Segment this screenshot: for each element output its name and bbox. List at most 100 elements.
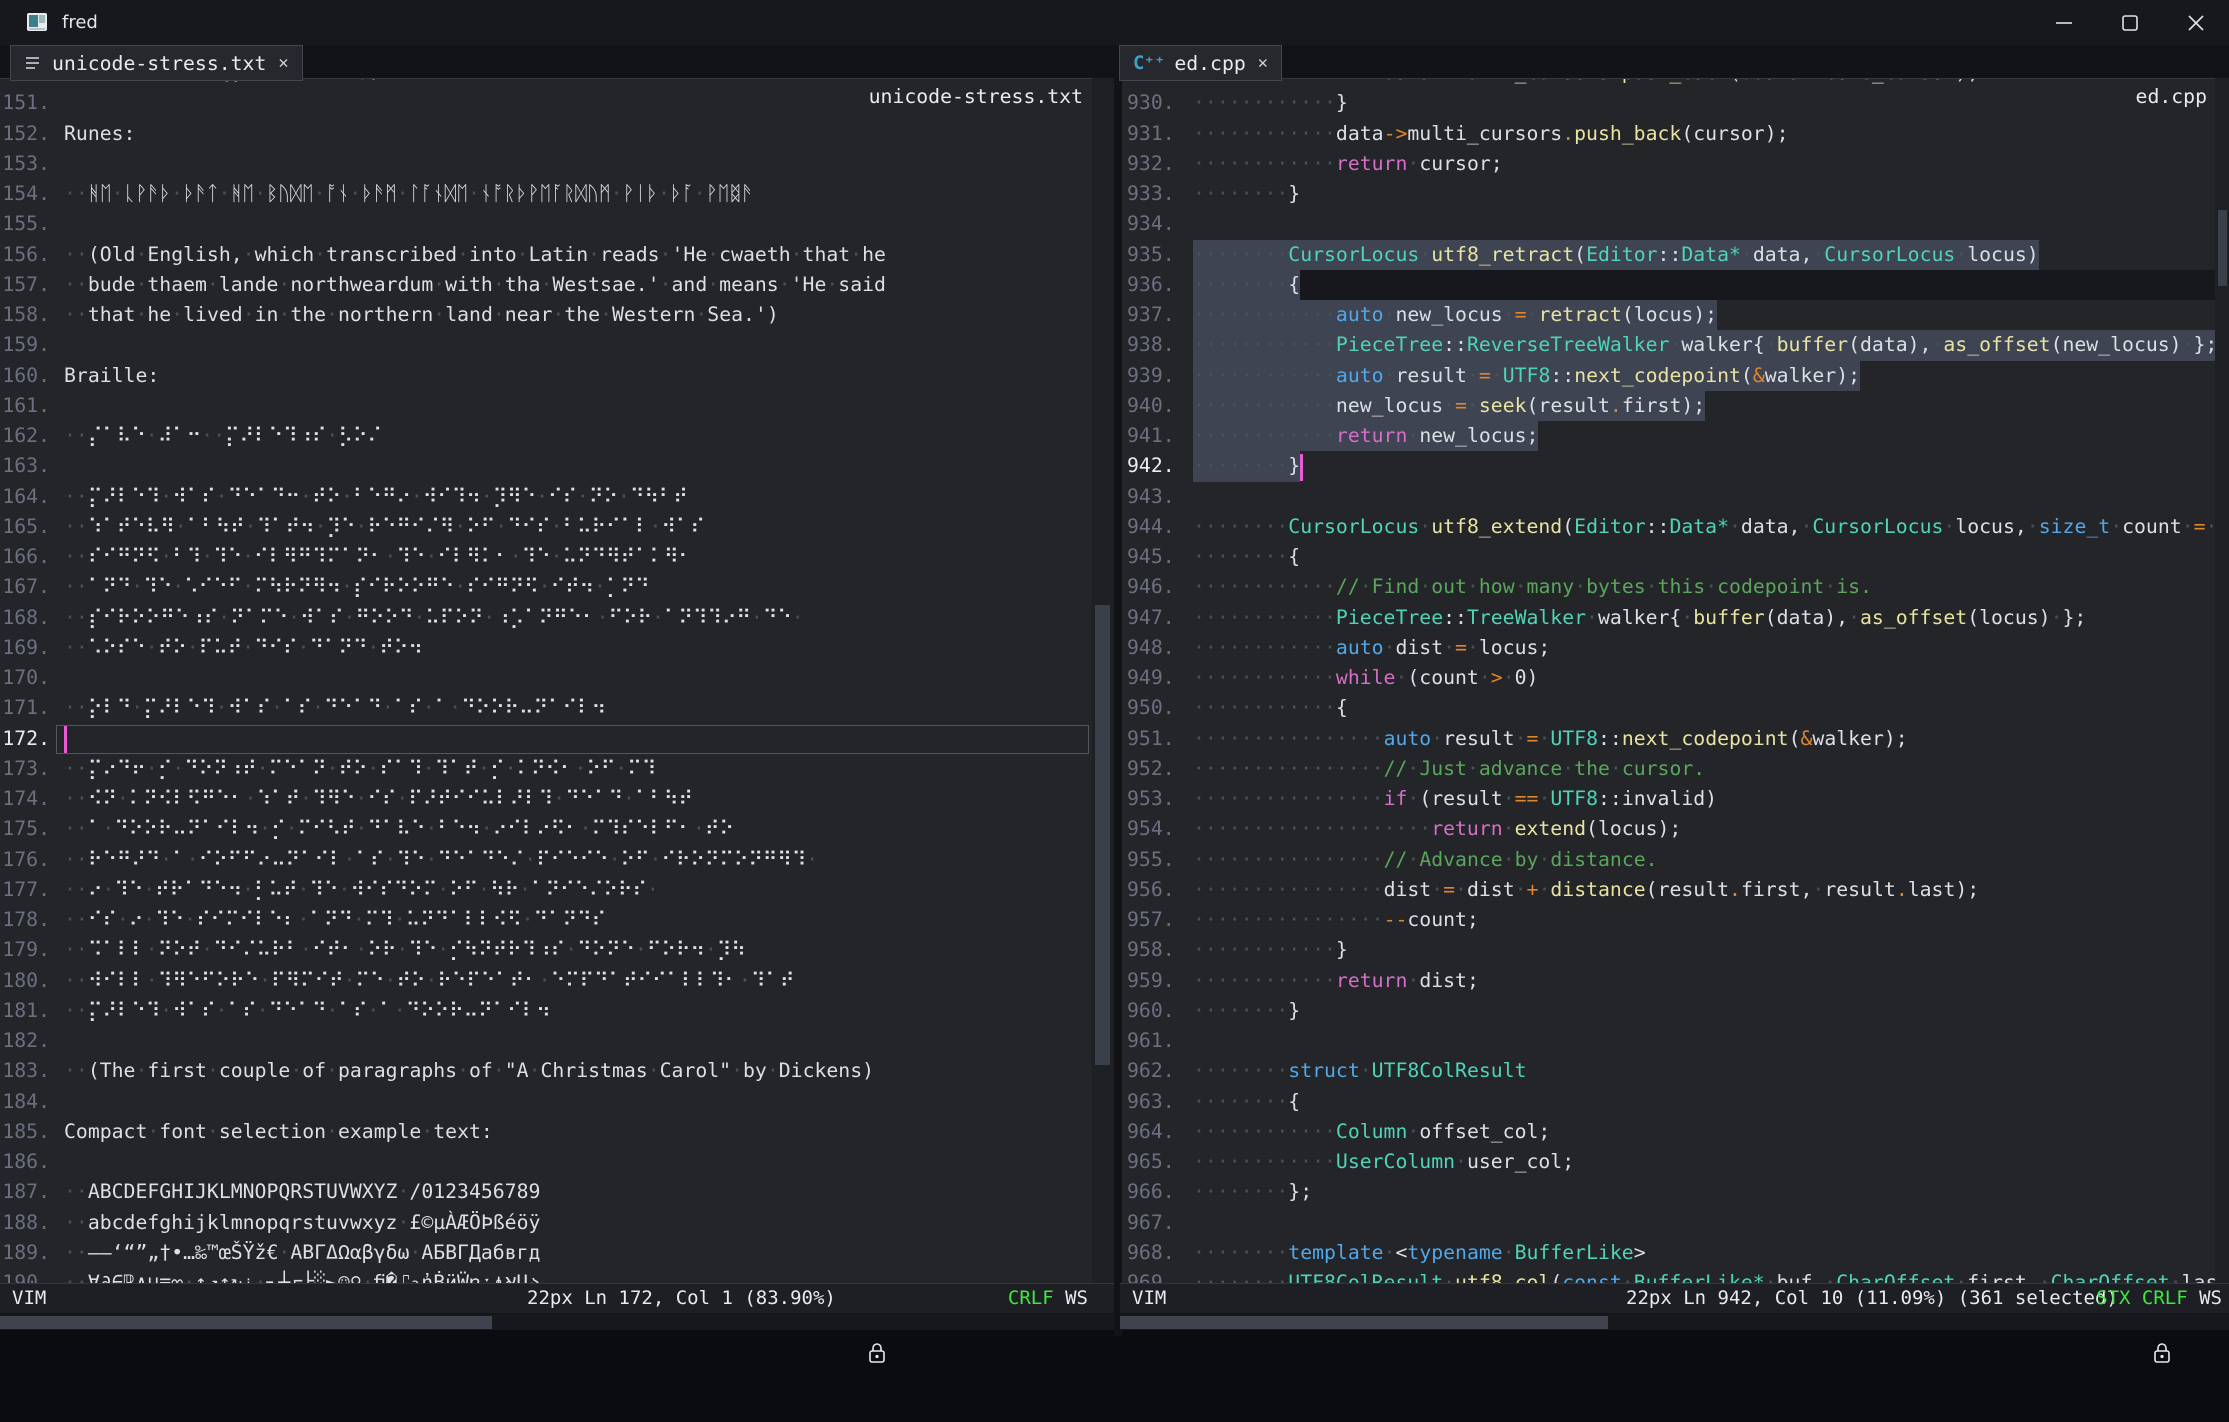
code-line[interactable]: 152.Runes: [0, 119, 886, 149]
code-line[interactable]: 967. [1120, 1208, 2215, 1238]
tab-ed-cpp[interactable]: C⁺⁺ ed.cpp ✕ [1119, 45, 1282, 81]
minimize-button[interactable] [2031, 0, 2097, 45]
code-line[interactable]: 165.··⠱⠁⠞⠑⠧⠻·⠁⠃⠳⠞·⠹⠁⠞⠲·⡹⠑·⠗⠑⠛⠊⠌⠻·⠕⠋·⠙⠊⠎·… [0, 512, 886, 542]
code-line[interactable]: 944.········CursorLocus·utf8_extend(Edit… [1120, 512, 2215, 542]
code-line[interactable]: 179.··⠩⠁⠇⠇·⠝⠕⠞·⠙⠊⠌⠥⠗⠃·⠊⠞⠂·⠕⠗·⠹⠑·⡊⠳⠝⠞⠗⠹⠰⠎… [0, 935, 886, 965]
code-line[interactable]: 955.················//·Advance·by·distan… [1120, 845, 2215, 875]
left-editor-pane[interactable]: 150.··ሰው·እንደቤቱ·እንጅ·እንደ·ጉረቤቱ·አይተዳደርም።151.… [0, 78, 1092, 1283]
right-horizontal-scrollbar[interactable] [1120, 1314, 2229, 1330]
code-line[interactable]: 182. [0, 1026, 886, 1056]
code-line[interactable]: 174.··⠪⠝·⠅⠝⠪⠇⠫⠛⠑⠂·⠱⠁⠞·⠹⠻⠑·⠊⠎·⠏⠜⠞⠊⠊⠥⠇⠜⠇⠹·… [0, 784, 886, 814]
code-line[interactable]: 171.··⡕⠇⠙·⡍⠜⠇⠑⠹·⠺⠁⠎·⠁⠎·⠙⠑⠁⠙·⠁⠎·⠁·⠙⠕⠕⠗⠤⠝⠁… [0, 693, 886, 723]
code-line[interactable]: 934. [1120, 209, 2215, 239]
code-line[interactable]: 187.··ABCDEFGHIJKLMNOPQRSTUVWXYZ·/012345… [0, 1177, 886, 1207]
code-line[interactable]: 151. [0, 88, 886, 118]
code-line[interactable]: 956.················dist·=·dist·+·distan… [1120, 875, 2215, 905]
code-line[interactable]: 953.················if·(result·==·UTF8::… [1120, 784, 2215, 814]
code-line[interactable]: 954.····················return·extend(lo… [1120, 814, 2215, 844]
code-line[interactable]: 935.········CursorLocus·utf8_retract(Edi… [1120, 240, 2215, 270]
code-line[interactable]: 159. [0, 330, 886, 360]
code-line[interactable]: 175.··⠁·⠙⠕⠕⠗⠤⠝⠁⠊⠇⠲·⡊·⠍⠊⠣⠞·⠙⠁⠧⠑·⠃⠑⠲·⠔⠊⠇⠔⠫… [0, 814, 886, 844]
left-horizontal-scrollbar-thumb[interactable] [0, 1316, 492, 1329]
left-horizontal-scrollbar[interactable] [0, 1314, 1114, 1330]
code-line[interactable]: 968.········template·<typename·BufferLik… [1120, 1238, 2215, 1268]
code-line[interactable]: 938.············PieceTree::ReverseTreeWa… [1120, 330, 2215, 360]
code-line[interactable]: 932.············return·cursor; [1120, 149, 2215, 179]
code-line[interactable]: 173.··⡍⠔⠙⠖·⡊·⠙⠕⠝⠰⠞·⠍⠑⠁⠝·⠞⠕·⠎⠁⠹·⠹⠁⠞·⡊·⠅⠝⠪… [0, 754, 886, 784]
right-vertical-scrollbar[interactable] [2215, 78, 2229, 1283]
code-line[interactable]: 943. [1120, 482, 2215, 512]
code-line[interactable]: 963.········{ [1120, 1087, 2215, 1117]
code-line[interactable]: 933.········} [1120, 179, 2215, 209]
code-line[interactable]: 186. [0, 1147, 886, 1177]
code-line[interactable]: 184. [0, 1087, 886, 1117]
code-line[interactable]: 965.············UserColumn·user_col; [1120, 1147, 2215, 1177]
right-vertical-scrollbar-thumb[interactable] [2218, 210, 2227, 286]
code-line[interactable]: 170. [0, 663, 886, 693]
code-line[interactable]: 176.··⠗⠑⠛⠜⠙·⠁·⠊⠕⠋⠋⠔⠤⠝⠁⠊⠇·⠁⠎·⠹⠑·⠙⠑⠁⠙⠑⠌·⠏⠊… [0, 845, 886, 875]
left-vertical-scrollbar-thumb[interactable] [1095, 605, 1110, 1065]
left-vertical-scrollbar[interactable] [1092, 78, 1114, 1283]
tab-close-icon[interactable]: ✕ [1256, 53, 1268, 73]
code-line[interactable]: 153. [0, 149, 886, 179]
code-line[interactable]: 947.············PieceTree::TreeWalker·wa… [1120, 603, 2215, 633]
code-line[interactable]: 168.··⡎⠊⠗⠕⠕⠛⠑⠰⠎·⠝⠁⠍⠑·⠺⠁⠎·⠛⠕⠕⠙·⠥⠏⠕⠝·⠰⡡⠁⠝⠛… [0, 603, 886, 633]
code-line[interactable]: 167.··⠁⠝⠙·⠹⠑·⠡⠊⠑⠋·⠍⠳⠗⠝⠻⠲·⡎⠊⠗⠕⠕⠛⠑·⠎⠊⠛⠝⠫·⠊… [0, 572, 886, 602]
code-line[interactable]: 155. [0, 209, 886, 239]
code-line[interactable]: 942.········} [1120, 451, 2215, 481]
code-line[interactable]: 163. [0, 451, 886, 481]
code-line[interactable]: 959.············return·dist; [1120, 966, 2215, 996]
code-line[interactable]: 930.············} [1120, 88, 2215, 118]
code-line[interactable]: 940.············new_locus·=·seek(result.… [1120, 391, 2215, 421]
code-line[interactable]: 164.··⡍⠜⠇⠑⠹·⠺⠁⠎·⠙⠑⠁⠙⠒·⠞⠕·⠃⠑⠛⠔·⠺⠊⠹⠲·⡹⠻⠑·⠊… [0, 482, 886, 512]
code-line[interactable]: 949.············while·(count·>·0) [1120, 663, 2215, 693]
close-button[interactable] [2163, 0, 2229, 45]
maximize-button[interactable] [2097, 0, 2163, 45]
code-line[interactable]: 964.············Column·offset_col; [1120, 1117, 2215, 1147]
code-line[interactable]: 969.········UTF8ColResult·utf8_col(const… [1120, 1268, 2215, 1283]
status-badge: CRLF [1008, 1287, 1054, 1309]
code-line[interactable]: 936.········{ [1120, 270, 2215, 300]
code-line[interactable]: 183.··(The·first·couple·of·paragraphs·of… [0, 1056, 886, 1086]
code-line[interactable]: 946.············//·Find·out·how·many·byt… [1120, 572, 2215, 602]
code-line[interactable]: 181.··⡍⠜⠇⠑⠹·⠺⠁⠎·⠁⠎·⠙⠑⠁⠙·⠁⠎·⠁·⠙⠕⠕⠗⠤⠝⠁⠊⠇⠲ [0, 996, 886, 1026]
code-line[interactable]: 156.··(Old·English,·which·transcribed·in… [0, 240, 886, 270]
code-line[interactable]: 931.············data->multi_cursors.push… [1120, 119, 2215, 149]
code-line[interactable]: 169.··⠡⠕⠎⠑·⠞⠕·⠏⠥⠞·⠙⠊⠎·⠙⠁⠝⠙·⠞⠕⠲ [0, 633, 886, 663]
code-line[interactable]: 937.············auto·new_locus·=·retract… [1120, 300, 2215, 330]
code-line[interactable]: 961. [1120, 1026, 2215, 1056]
tab-unicode-stress[interactable]: unicode-stress.txt ✕ [10, 45, 303, 81]
code-line[interactable]: 177.··⠔·⠹⠑·⠞⠗⠁⠙⠑⠲·⡃⠥⠞·⠹⠑·⠺⠊⠎⠙⠕⠍·⠕⠋·⠳⠗·⠁⠝… [0, 875, 886, 905]
code-line[interactable]: 960.········} [1120, 996, 2215, 1026]
code-line[interactable]: 166.··⠎⠊⠛⠝⠫·⠃⠹·⠹⠑·⠊⠇⠻⠛⠹⠍⠁⠝⠂·⠹⠑·⠊⠇⠻⠅⠂·⠹⠑·… [0, 542, 886, 572]
code-line[interactable]: 941.············return·new_locus; [1120, 421, 2215, 451]
code-line[interactable]: 950.············{ [1120, 693, 2215, 723]
code-line[interactable]: 958.············} [1120, 935, 2215, 965]
code-line[interactable]: 158.··that·he·lived·in·the·northern·land… [0, 300, 886, 330]
code-line[interactable]: 185.Compact·font·selection·example·text: [0, 1117, 886, 1147]
tab-close-icon[interactable]: ✕ [276, 53, 288, 73]
code-line[interactable]: 939.············auto·result·=·UTF8::next… [1120, 361, 2215, 391]
right-horizontal-scrollbar-thumb[interactable] [1120, 1316, 1608, 1329]
code-line[interactable]: 952.················//·Just·advance·the·… [1120, 754, 2215, 784]
code-line[interactable]: 180.··⠺⠊⠇⠇·⠹⠻⠑⠋⠕⠗⠑·⠏⠻⠍⠊⠞·⠍⠑·⠞⠕·⠗⠑⠏⠑⠁⠞⠂·⠑… [0, 966, 886, 996]
code-line[interactable]: 160.Braille: [0, 361, 886, 391]
lock-icon[interactable] [868, 1284, 914, 1313]
code-line[interactable]: 189.··–—‘“”„†•…‰™œŠŸž€·ΑΒΓΔΩαβγδω·АБВГДа… [0, 1238, 886, 1268]
right-editor-pane[interactable]: 929.················data->multi_cursors.… [1120, 78, 2215, 1283]
code-line[interactable]: 951.················auto·result·=·UTF8::… [1120, 724, 2215, 754]
code-line[interactable]: 948.············auto·dist·=·locus; [1120, 633, 2215, 663]
code-line[interactable]: 178.··⠊⠎·⠔·⠹⠑·⠎⠊⠍⠊⠇⠑⠆·⠁⠝⠙·⠍⠹·⠥⠝⠙⠁⠇⠇⠪⠫·⠙⠁… [0, 905, 886, 935]
code-line[interactable]: 157.··bude·thaem·lande·northweardum·with… [0, 270, 886, 300]
code-line[interactable]: 957.················--count; [1120, 905, 2215, 935]
code-line[interactable]: 154.··ᚻᛖ·ᚳᚹᚫᚦ·ᚦᚫᛏ·ᚻᛖ·ᛒᚢᛞᛖ·ᚩᚾ·ᚦᚫᛗ·ᛚᚪᚾᛞᛖ·ᚾ… [0, 179, 886, 209]
code-line[interactable]: 190.··∀∂∈ℝ∧∪≡∞·↑↗↨↻⇣·┐┼╔╘░►☺♀·ﬁ�⑀₂ἠḂӥẄɐː… [0, 1268, 886, 1283]
status-badge: CRLF [2130, 1287, 2187, 1309]
code-line[interactable]: 929.················data->multi_cursors.… [1120, 78, 2215, 88]
code-line[interactable]: 962.········struct·UTF8ColResult [1120, 1056, 2215, 1086]
code-line[interactable]: 945.········{ [1120, 542, 2215, 572]
code-line[interactable]: 966.········}; [1120, 1177, 2215, 1207]
code-line[interactable]: 188.··abcdefghijklmnopqrstuvwxyz·£©µÀÆÖÞ… [0, 1208, 886, 1238]
code-line[interactable]: 162.··⡌⠁⠧⠑·⠼⠁⠒··⡍⠜⠇⠑⠹⠰⠎·⡣⠕⠌ [0, 421, 886, 451]
code-line[interactable]: 161. [0, 391, 886, 421]
